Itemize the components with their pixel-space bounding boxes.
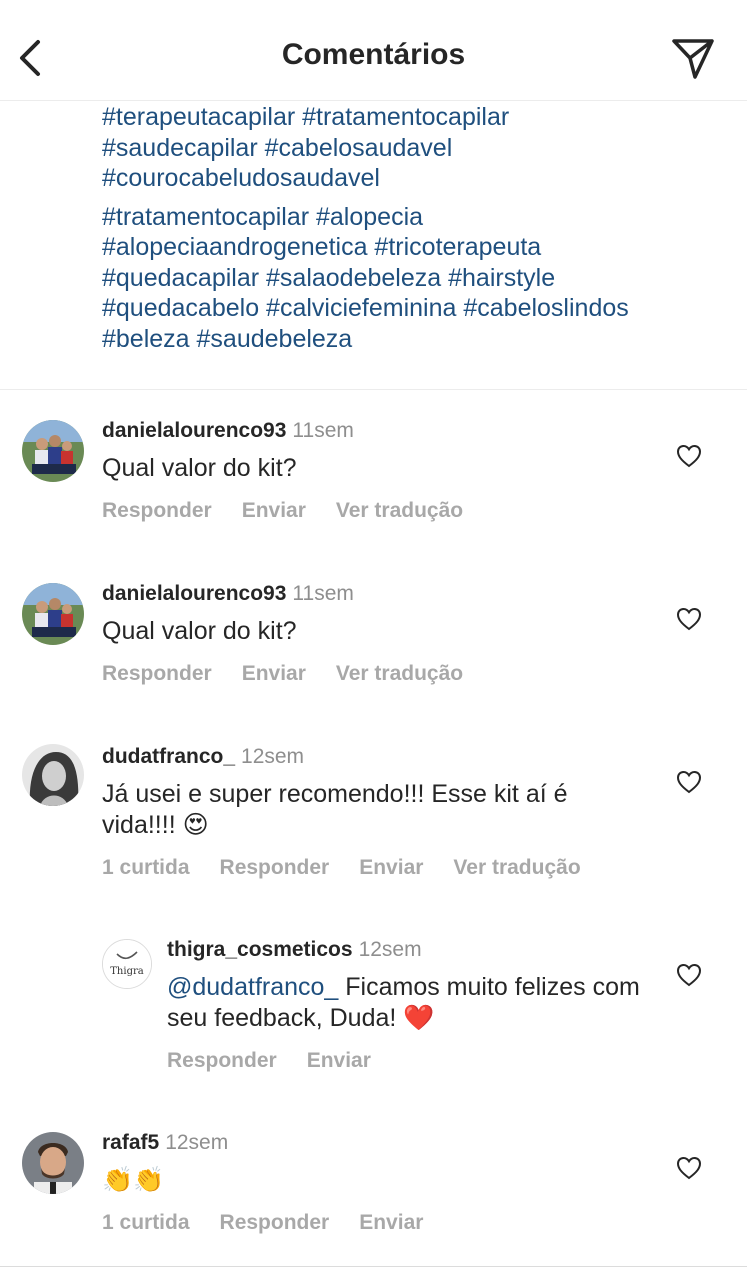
comment-time: 12sem [241, 745, 305, 768]
avatar[interactable] [22, 1132, 84, 1194]
avatar[interactable] [22, 420, 84, 482]
like-button[interactable] [676, 444, 702, 468]
like-button[interactable] [676, 1156, 702, 1180]
like-button[interactable] [676, 770, 702, 794]
brand-logo-text: Thigra [110, 966, 143, 977]
divider [0, 389, 747, 390]
page-title: Comentários [281, 38, 466, 71]
likes-count[interactable]: 1 curtida [102, 856, 190, 879]
post-caption: #terapeutacapilar #tratamentocapilar #sa… [102, 102, 722, 354]
heart-outline-icon [676, 770, 702, 794]
header: Comentários [0, 0, 747, 101]
avatar[interactable]: Thigra [102, 939, 152, 989]
translate-button[interactable]: Ver tradução [336, 662, 463, 685]
translate-button[interactable]: Ver tradução [336, 499, 463, 522]
send-button[interactable]: Enviar [359, 1211, 423, 1234]
heart-outline-icon [676, 444, 702, 468]
divider [0, 1266, 747, 1267]
likes-count[interactable]: 1 curtida [102, 1211, 190, 1234]
heart-outline-icon [676, 607, 702, 631]
comment-text: 👏👏 [102, 1166, 165, 1194]
paper-plane-icon [672, 39, 714, 79]
send-button[interactable]: Enviar [307, 1049, 371, 1072]
comment-time: 11sem [292, 582, 354, 605]
send-button[interactable]: Enviar [242, 499, 306, 522]
comment-username[interactable]: rafaf5 [102, 1131, 159, 1154]
send-button[interactable]: Enviar [242, 662, 306, 685]
avatar[interactable] [22, 583, 84, 645]
comment-username[interactable]: danielalourenco93 [102, 582, 286, 605]
reply-button[interactable]: Responder [102, 662, 212, 685]
mention-link[interactable]: @dudatfranco_ [167, 973, 338, 1001]
comment-time: 12sem [358, 938, 422, 961]
reply-button[interactable]: Responder [220, 856, 330, 879]
translate-button[interactable]: Ver tradução [453, 856, 580, 879]
like-button[interactable] [676, 963, 702, 987]
comment-username[interactable]: thigra_cosmeticos [167, 938, 353, 961]
comment-text: Já usei e super recomendo!!! Esse kit aí… [102, 780, 568, 839]
share-button[interactable] [671, 37, 715, 81]
heart-outline-icon [676, 1156, 702, 1180]
caption-hashtags[interactable]: #tratamentocapilar #alopecia #alopeciaan… [102, 202, 722, 355]
heart-outline-icon [676, 963, 702, 987]
comment-username[interactable]: dudatfranco_ [102, 745, 235, 768]
reply-button[interactable]: Responder [167, 1049, 277, 1072]
send-button[interactable]: Enviar [359, 856, 423, 879]
comment-username[interactable]: danielalourenco93 [102, 419, 286, 442]
reply-button[interactable]: Responder [102, 499, 212, 522]
caption-hashtags[interactable]: #terapeutacapilar #tratamentocapilar #sa… [102, 102, 722, 194]
reply-button[interactable]: Responder [220, 1211, 330, 1234]
like-button[interactable] [676, 607, 702, 631]
avatar[interactable] [22, 744, 84, 806]
comment-time: 11sem [292, 419, 354, 442]
comment-text: Qual valor do kit? [102, 454, 297, 482]
comment-time: 12sem [165, 1131, 229, 1154]
comment-text: Qual valor do kit? [102, 617, 297, 645]
comment-text: @dudatfranco_ Ficamos muito felizes com … [167, 972, 647, 1034]
